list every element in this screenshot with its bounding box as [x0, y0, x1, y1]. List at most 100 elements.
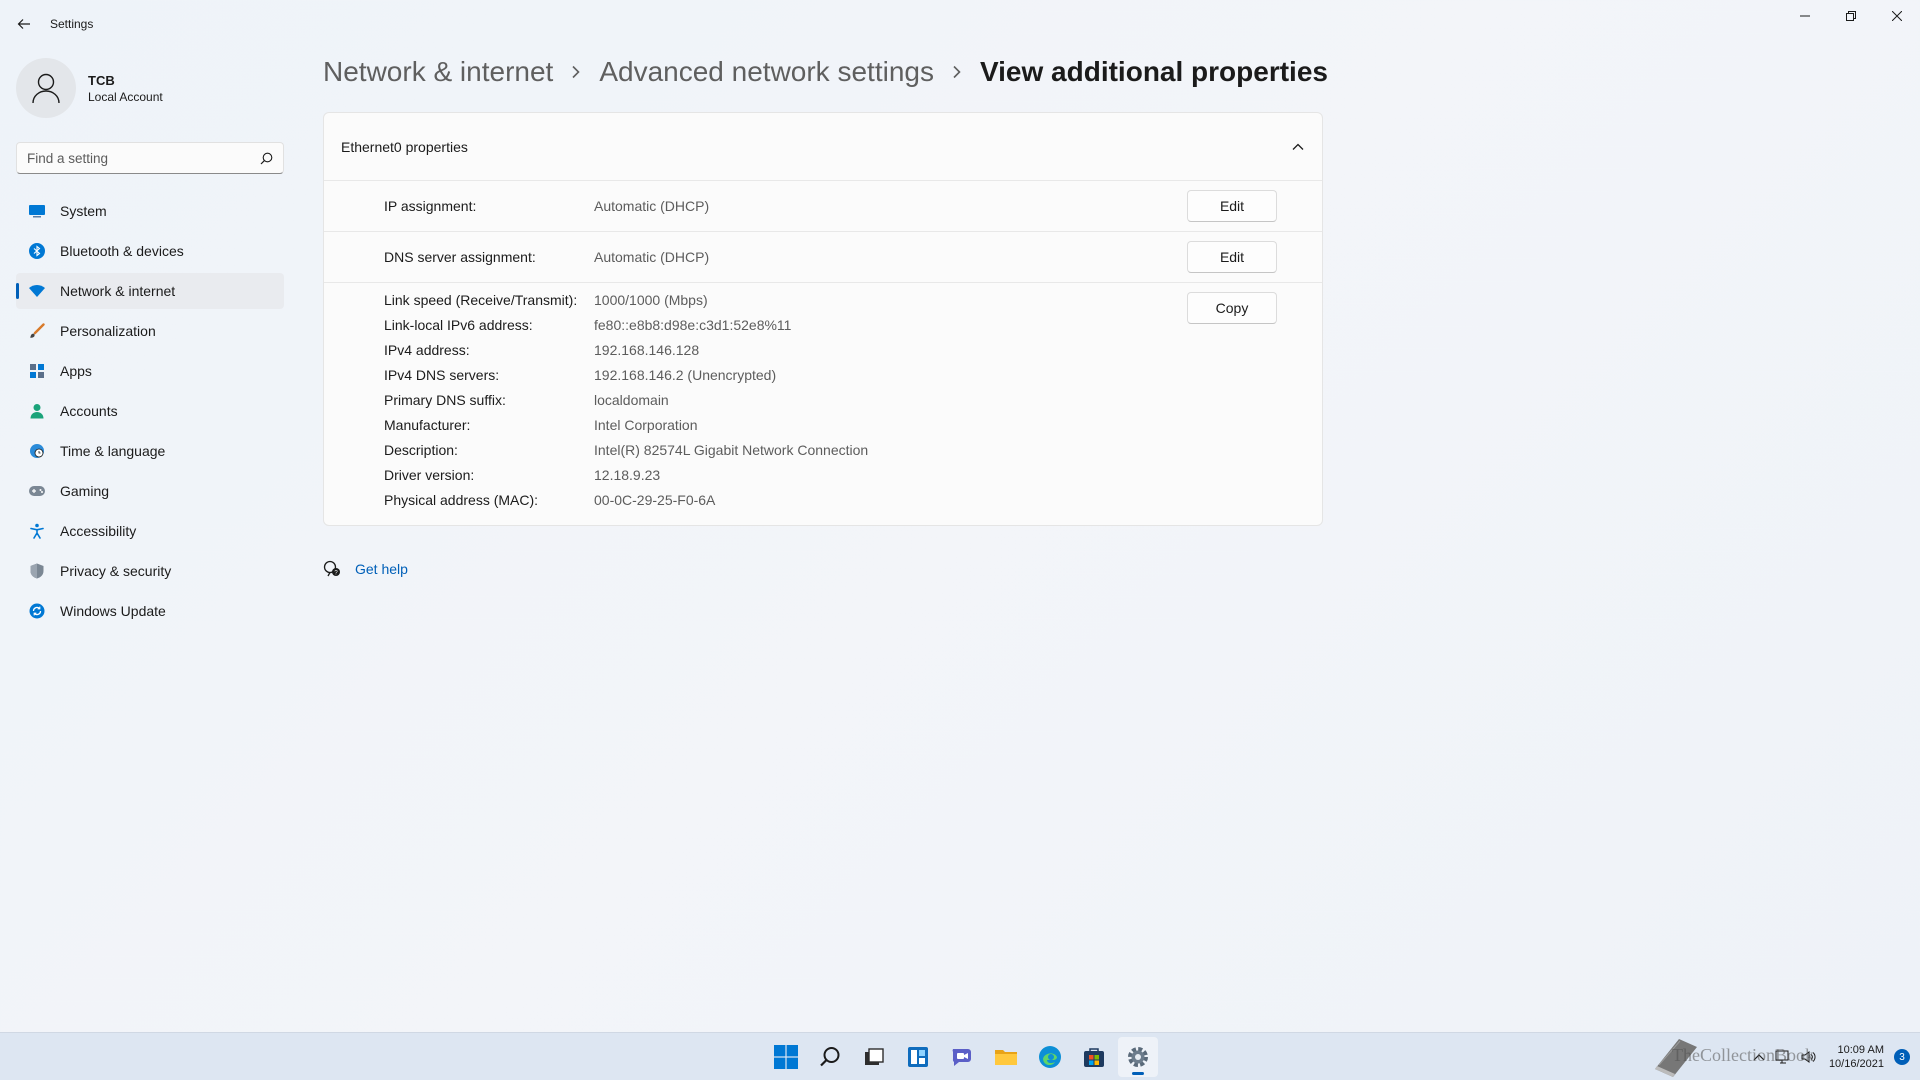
- gamepad-icon: [28, 482, 46, 500]
- settings-app-button[interactable]: [1118, 1037, 1158, 1077]
- start-button[interactable]: [766, 1037, 806, 1077]
- monitor-icon: [28, 202, 46, 220]
- breadcrumb-network-internet[interactable]: Network & internet: [323, 56, 553, 88]
- get-help-link[interactable]: ? Get help: [323, 560, 408, 578]
- page-title: View additional properties: [979, 56, 1328, 87]
- search-box[interactable]: [16, 142, 284, 174]
- chevron-right-icon: [571, 65, 581, 79]
- sidebar-item-label: Privacy & security: [60, 563, 172, 579]
- taskbar: TheCollectionBook 10:09 AM 10/16/2021 3: [0, 1032, 1920, 1080]
- dns-assignment-value: Automatic (DHCP): [594, 249, 710, 265]
- ip-assignment-value: Automatic (DHCP): [594, 198, 710, 214]
- search-icon[interactable]: [260, 152, 273, 165]
- sidebar-item-label: Apps: [60, 363, 92, 379]
- sidebar-item-apps[interactable]: Apps: [16, 353, 284, 389]
- sidebar-item-accessibility[interactable]: Accessibility: [16, 513, 284, 549]
- profile-account-type: Local Account: [88, 89, 163, 104]
- sidebar-item-privacy[interactable]: Privacy & security: [16, 553, 284, 589]
- task-view-button[interactable]: [854, 1037, 894, 1077]
- detail-row: Driver version: 12.18.9.23: [324, 467, 1322, 487]
- detail-label: Manufacturer:: [384, 417, 471, 433]
- detail-value: 1000/1000 (Mbps): [594, 292, 708, 308]
- breadcrumb-advanced-network[interactable]: Advanced network settings: [599, 56, 934, 88]
- detail-label: Link speed (Receive/Transmit):: [384, 292, 578, 308]
- app-title: Settings: [50, 17, 94, 31]
- sidebar-item-gaming[interactable]: Gaming: [16, 473, 284, 509]
- edit-ip-button[interactable]: Edit: [1187, 190, 1277, 222]
- shield-icon: [28, 562, 46, 580]
- detail-label: Description:: [384, 442, 458, 458]
- sidebar-item-bluetooth[interactable]: Bluetooth & devices: [16, 233, 284, 269]
- sidebar-item-windows-update[interactable]: Windows Update: [16, 593, 284, 629]
- wifi-icon: [28, 282, 46, 300]
- accessibility-icon: [28, 522, 46, 540]
- properties-details: Copy Link speed (Receive/Transmit): 1000…: [324, 283, 1322, 526]
- store-icon: [1084, 1048, 1104, 1067]
- taskbar-clock[interactable]: 10:09 AM 10/16/2021: [1829, 1043, 1884, 1071]
- widgets-button[interactable]: [898, 1037, 938, 1077]
- sidebar-item-label: Network & internet: [60, 283, 176, 299]
- chevron-up-icon[interactable]: [1290, 139, 1306, 155]
- detail-row: Link speed (Receive/Transmit): 1000/1000…: [324, 292, 1322, 312]
- sidebar-item-label: Bluetooth & devices: [60, 243, 184, 259]
- detail-value: fe80::e8b8:d98e:c3d1:52e8%11: [594, 317, 792, 333]
- sidebar-item-label: Gaming: [60, 483, 110, 499]
- sidebar-item-system[interactable]: System: [16, 193, 284, 229]
- system-tray: TheCollectionBook 10:09 AM 10/16/2021 3: [1639, 1033, 1910, 1080]
- person-icon: [28, 402, 46, 420]
- search-icon: [820, 1047, 840, 1067]
- watermark-text: TheCollectionBook: [1672, 1045, 1814, 1065]
- sidebar-item-label: Time & language: [60, 443, 166, 459]
- user-profile[interactable]: TCB Local Account: [16, 58, 163, 118]
- sidebar-item-personalization[interactable]: Personalization: [16, 313, 284, 349]
- update-icon: [28, 602, 46, 620]
- globe-clock-icon: [28, 442, 46, 460]
- edit-dns-button[interactable]: Edit: [1187, 241, 1277, 273]
- sidebar-nav: System Bluetooth & devices Network & int…: [16, 193, 284, 633]
- back-button[interactable]: [10, 10, 38, 38]
- detail-row: Primary DNS suffix: localdomain: [324, 392, 1322, 412]
- file-explorer-button[interactable]: [986, 1037, 1026, 1077]
- edge-icon: [1039, 1046, 1061, 1068]
- detail-value: 192.168.146.2 (Unencrypted): [594, 367, 777, 383]
- minimize-icon: [1800, 15, 1810, 17]
- detail-label: IPv4 address:: [384, 342, 470, 358]
- sidebar-item-label: Personalization: [60, 323, 156, 339]
- detail-label: Primary DNS suffix:: [384, 392, 506, 408]
- taskbar-search-button[interactable]: [810, 1037, 850, 1077]
- sidebar-item-network[interactable]: Network & internet: [16, 273, 284, 309]
- detail-value: 00-0C-29-25-F0-6A: [594, 492, 716, 508]
- taskbar-apps: [766, 1037, 1162, 1077]
- windows-logo-icon: [774, 1045, 798, 1069]
- minimize-button[interactable]: [1782, 0, 1828, 32]
- avatar: [16, 58, 76, 118]
- store-button[interactable]: [1074, 1037, 1114, 1077]
- sidebar-item-time-language[interactable]: Time & language: [16, 433, 284, 469]
- clock-date: 10/16/2021: [1828, 1058, 1884, 1070]
- sidebar-item-label: System: [60, 203, 107, 219]
- ethernet-properties-card: Ethernet0 properties IP assignment: Auto…: [323, 112, 1323, 526]
- profile-name: TCB: [88, 72, 115, 88]
- restore-button[interactable]: [1828, 0, 1874, 32]
- search-input[interactable]: [27, 150, 260, 166]
- sidebar-item-label: Accessibility: [60, 523, 137, 539]
- sidebar-item-accounts[interactable]: Accounts: [16, 393, 284, 429]
- dns-assignment-label: DNS server assignment:: [384, 249, 536, 265]
- detail-row: IPv4 address: 192.168.146.128: [324, 342, 1322, 362]
- user-icon: [32, 73, 60, 104]
- card-header[interactable]: Ethernet0 properties: [324, 113, 1322, 181]
- close-button[interactable]: [1874, 0, 1920, 32]
- apps-icon: [28, 362, 46, 380]
- gear-icon: [1128, 1047, 1148, 1067]
- detail-label: Driver version:: [384, 467, 475, 483]
- back-arrow-icon: [17, 19, 30, 29]
- detail-value: 12.18.9.23: [594, 467, 661, 483]
- detail-value: localdomain: [594, 392, 669, 408]
- card-title: Ethernet0 properties: [341, 138, 468, 155]
- sidebar-item-label: Accounts: [60, 403, 118, 419]
- widgets-icon: [908, 1047, 928, 1067]
- notification-badge[interactable]: 3: [1894, 1049, 1910, 1065]
- chat-button[interactable]: [942, 1037, 982, 1077]
- bluetooth-icon: [28, 242, 46, 260]
- edge-browser-button[interactable]: [1030, 1037, 1070, 1077]
